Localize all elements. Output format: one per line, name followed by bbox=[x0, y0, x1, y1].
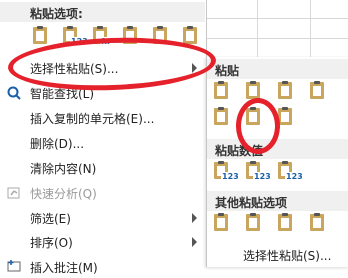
paste-values-icon[interactable]: 123 bbox=[211, 161, 240, 187]
icon-badge: 123 bbox=[221, 172, 240, 181]
paste-link-clipboard-icon bbox=[183, 26, 197, 44]
paste-linked-picture-icon[interactable] bbox=[307, 213, 333, 239]
delete-label: 删除(D)... bbox=[30, 137, 85, 151]
paste-picture-clipboard-icon bbox=[278, 213, 292, 231]
paste-special-link[interactable]: 选择性粘贴(S)... bbox=[243, 247, 331, 264]
paste-values-header: 粘贴数值 bbox=[207, 139, 348, 159]
paste-keep-source-format-clipboard-icon bbox=[310, 81, 324, 99]
paste-no-borders-icon[interactable] bbox=[211, 107, 237, 133]
grid-line bbox=[205, 38, 348, 39]
paste-formatting-clipboard-icon bbox=[214, 213, 228, 231]
highlight-oval bbox=[236, 98, 280, 154]
paste-options-header: 粘贴选项: bbox=[0, 2, 205, 22]
paste-formatting-icon[interactable] bbox=[211, 213, 237, 239]
insert-copied-cells-item[interactable]: 插入复制的单元格(E)... bbox=[0, 107, 205, 129]
paste-link-clipboard-icon bbox=[246, 213, 260, 231]
clear-contents-label: 清除内容(N) bbox=[30, 162, 97, 176]
paste-link-icon[interactable] bbox=[243, 213, 269, 239]
paste-no-borders-clipboard-icon bbox=[214, 107, 228, 125]
submenu-arrow-icon bbox=[192, 213, 197, 223]
paste-icon[interactable] bbox=[211, 81, 237, 107]
paste-section-label: 粘贴 bbox=[215, 64, 240, 78]
grid-line bbox=[205, 18, 348, 19]
paste-clipboard-icon bbox=[33, 26, 47, 44]
paste-formulas-number-format-icon[interactable] bbox=[275, 81, 301, 107]
paste-linked-picture-clipboard-icon bbox=[310, 213, 324, 231]
icon-badge: 123 bbox=[253, 172, 272, 181]
paste-options-label: 粘贴选项: bbox=[30, 7, 83, 21]
other-paste-options-label: 其他粘贴选项 bbox=[215, 196, 288, 210]
paste-keep-source-format-icon[interactable] bbox=[307, 81, 333, 107]
paste-values-source-format-icon[interactable]: 123 bbox=[275, 161, 304, 187]
filter-label: 筛选(E) bbox=[30, 212, 71, 226]
submenu-arrow-icon bbox=[192, 237, 197, 247]
paste-section-header: 粘贴 bbox=[207, 59, 348, 79]
search-icon bbox=[7, 86, 21, 100]
paste-transpose-clipboard-icon bbox=[278, 107, 292, 125]
quick-analysis-label: 快速分析(Q) bbox=[30, 187, 97, 201]
paste-picture-icon[interactable] bbox=[275, 213, 301, 239]
other-paste-options-header: 其他粘贴选项 bbox=[207, 191, 348, 211]
comment-icon bbox=[7, 260, 21, 272]
paste-special-submenu: 粘贴 粘贴数值 123 123 123 其他粘贴选项 选择性粘贴(S)... bbox=[206, 57, 348, 267]
quick-analysis-item: 快速分析(Q) bbox=[0, 182, 205, 204]
icon-badge: 123 bbox=[285, 172, 304, 181]
paste-formulas-number-format-clipboard-icon bbox=[278, 81, 292, 99]
insert-comment-item[interactable]: 插入批注(M) bbox=[0, 256, 205, 278]
paste-values-number-format-icon[interactable]: 123 bbox=[243, 161, 272, 187]
insert-copied-cells-label: 插入复制的单元格(E)... bbox=[30, 112, 155, 126]
clear-contents-item[interactable]: 清除内容(N) bbox=[0, 157, 205, 179]
delete-item[interactable]: 删除(D)... bbox=[0, 132, 205, 154]
sort-item[interactable]: 排序(O) bbox=[0, 231, 205, 253]
filter-item[interactable]: 筛选(E) bbox=[0, 207, 205, 229]
paste-clipboard-icon bbox=[214, 81, 228, 99]
sort-label: 排序(O) bbox=[30, 236, 73, 250]
insert-comment-label: 插入批注(M) bbox=[30, 261, 98, 275]
paste-formulas-clipboard-icon bbox=[246, 81, 260, 99]
quick-analysis-icon bbox=[7, 187, 20, 199]
